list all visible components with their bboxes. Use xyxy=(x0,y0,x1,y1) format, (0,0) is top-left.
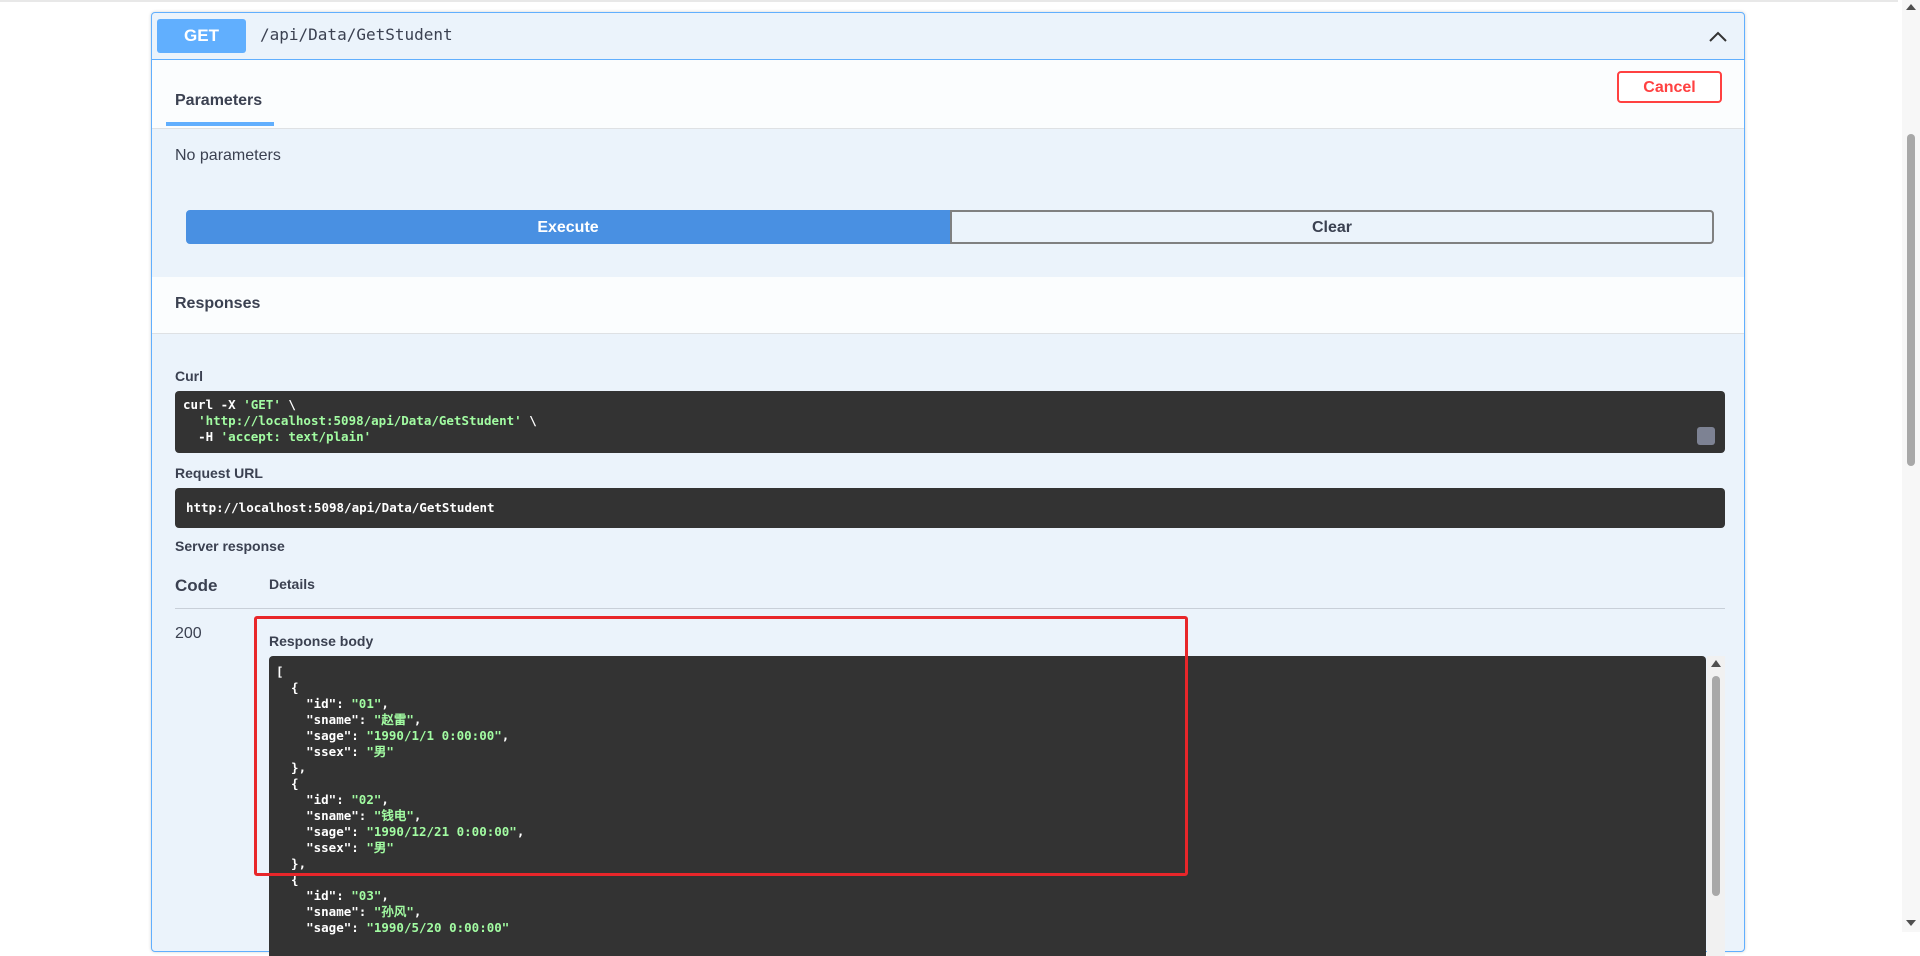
json-value: "1990/5/20 0:00:00" xyxy=(366,920,510,935)
column-header-code: Code xyxy=(175,576,218,595)
curl-header-flag: -H xyxy=(198,429,221,444)
json-value: "02" xyxy=(351,792,382,807)
curl-continuation: \ xyxy=(521,413,537,428)
tab-parameters[interactable]: Parameters xyxy=(175,92,262,110)
top-divider xyxy=(0,0,1898,2)
curl-continuation: \ xyxy=(280,397,296,412)
json-key: "id": xyxy=(276,696,352,711)
json-value: "钱电" xyxy=(373,808,414,823)
json-key: "sage": xyxy=(276,728,367,743)
curl-label: Curl xyxy=(175,368,203,384)
response-body-scrollbar[interactable] xyxy=(1707,656,1725,956)
json-key: "sname": xyxy=(276,808,374,823)
table-divider xyxy=(175,608,1725,609)
response-body[interactable]: [ { "id": "01", "sname": "赵雷", "sage": "… xyxy=(269,656,1706,956)
json-key: "sage": xyxy=(276,920,367,935)
json-punct: , xyxy=(381,888,389,903)
json-value: "1990/12/21 0:00:00" xyxy=(366,824,517,839)
json-value: "1990/1/1 0:00:00" xyxy=(366,728,502,743)
scroll-up-icon[interactable] xyxy=(1711,660,1721,667)
json-key: "sage": xyxy=(276,824,367,839)
json-brace: { xyxy=(291,872,299,887)
curl-command[interactable]: curl -X 'GET' \ 'http://localhost:5098/a… xyxy=(175,391,1725,453)
scroll-thumb[interactable] xyxy=(1712,676,1720,896)
json-punct: , xyxy=(413,808,422,823)
method-badge: GET xyxy=(157,19,246,53)
json-key: "sname": xyxy=(276,712,374,727)
json-brace: }, xyxy=(291,856,307,871)
json-key: "ssex": xyxy=(276,744,367,759)
column-header-details: Details xyxy=(269,576,315,592)
page-scroll-thumb[interactable] xyxy=(1907,134,1915,466)
responses-title: Responses xyxy=(175,295,261,312)
parameters-header: Parameters Cancel xyxy=(152,60,1744,129)
json-key: "id": xyxy=(276,888,352,903)
scroll-down-icon[interactable] xyxy=(1906,920,1916,926)
json-value: "01" xyxy=(351,696,382,711)
curl-url: 'http://localhost:5098/api/Data/GetStude… xyxy=(198,413,522,428)
json-punct: , xyxy=(413,904,422,919)
operation-summary[interactable]: GET /api/Data/GetStudent xyxy=(152,13,1744,60)
json-brace: { xyxy=(291,680,299,695)
json-punct: , xyxy=(516,824,525,839)
curl-method: 'GET' xyxy=(243,397,281,412)
clear-button[interactable]: Clear xyxy=(950,210,1714,244)
json-value: "男" xyxy=(366,840,394,855)
json-bracket: [ xyxy=(276,664,284,679)
curl-prefix: curl -X xyxy=(183,397,244,412)
request-url-label: Request URL xyxy=(175,465,263,481)
server-response-label: Server response xyxy=(175,538,285,554)
json-brace: }, xyxy=(291,760,307,775)
json-punct: , xyxy=(381,792,389,807)
json-value: "赵雷" xyxy=(373,712,414,727)
response-body-label: Response body xyxy=(269,633,374,649)
json-value: "03" xyxy=(351,888,382,903)
copy-to-clipboard-icon[interactable] xyxy=(1697,427,1715,445)
operation-block: GET /api/Data/GetStudent Parameters Canc… xyxy=(151,12,1745,956)
operation-path: /api/Data/GetStudent xyxy=(260,25,453,44)
json-punct: , xyxy=(381,696,389,711)
request-url[interactable]: http://localhost:5098/api/Data/GetStuden… xyxy=(175,488,1725,528)
responses-header: Responses xyxy=(152,277,1744,334)
scroll-up-icon[interactable] xyxy=(1906,4,1916,10)
json-key: "ssex": xyxy=(276,840,367,855)
execute-wrapper: Execute Clear xyxy=(186,210,1714,244)
no-parameters-text: No parameters xyxy=(175,147,281,164)
json-key: "sname": xyxy=(276,904,374,919)
cancel-button[interactable]: Cancel xyxy=(1617,71,1722,103)
json-punct: , xyxy=(413,712,422,727)
chevron-up-icon[interactable] xyxy=(1706,25,1730,49)
json-punct: , xyxy=(501,728,510,743)
page-scrollbar[interactable] xyxy=(1902,0,1920,932)
json-value: "孙风" xyxy=(373,904,414,919)
json-key: "id": xyxy=(276,792,352,807)
json-value: "男" xyxy=(366,744,394,759)
status-code: 200 xyxy=(175,625,202,642)
execute-button[interactable]: Execute xyxy=(186,210,950,244)
json-brace: { xyxy=(291,776,299,791)
curl-header: 'accept: text/plain' xyxy=(220,429,372,444)
tab-active-indicator xyxy=(166,122,274,126)
